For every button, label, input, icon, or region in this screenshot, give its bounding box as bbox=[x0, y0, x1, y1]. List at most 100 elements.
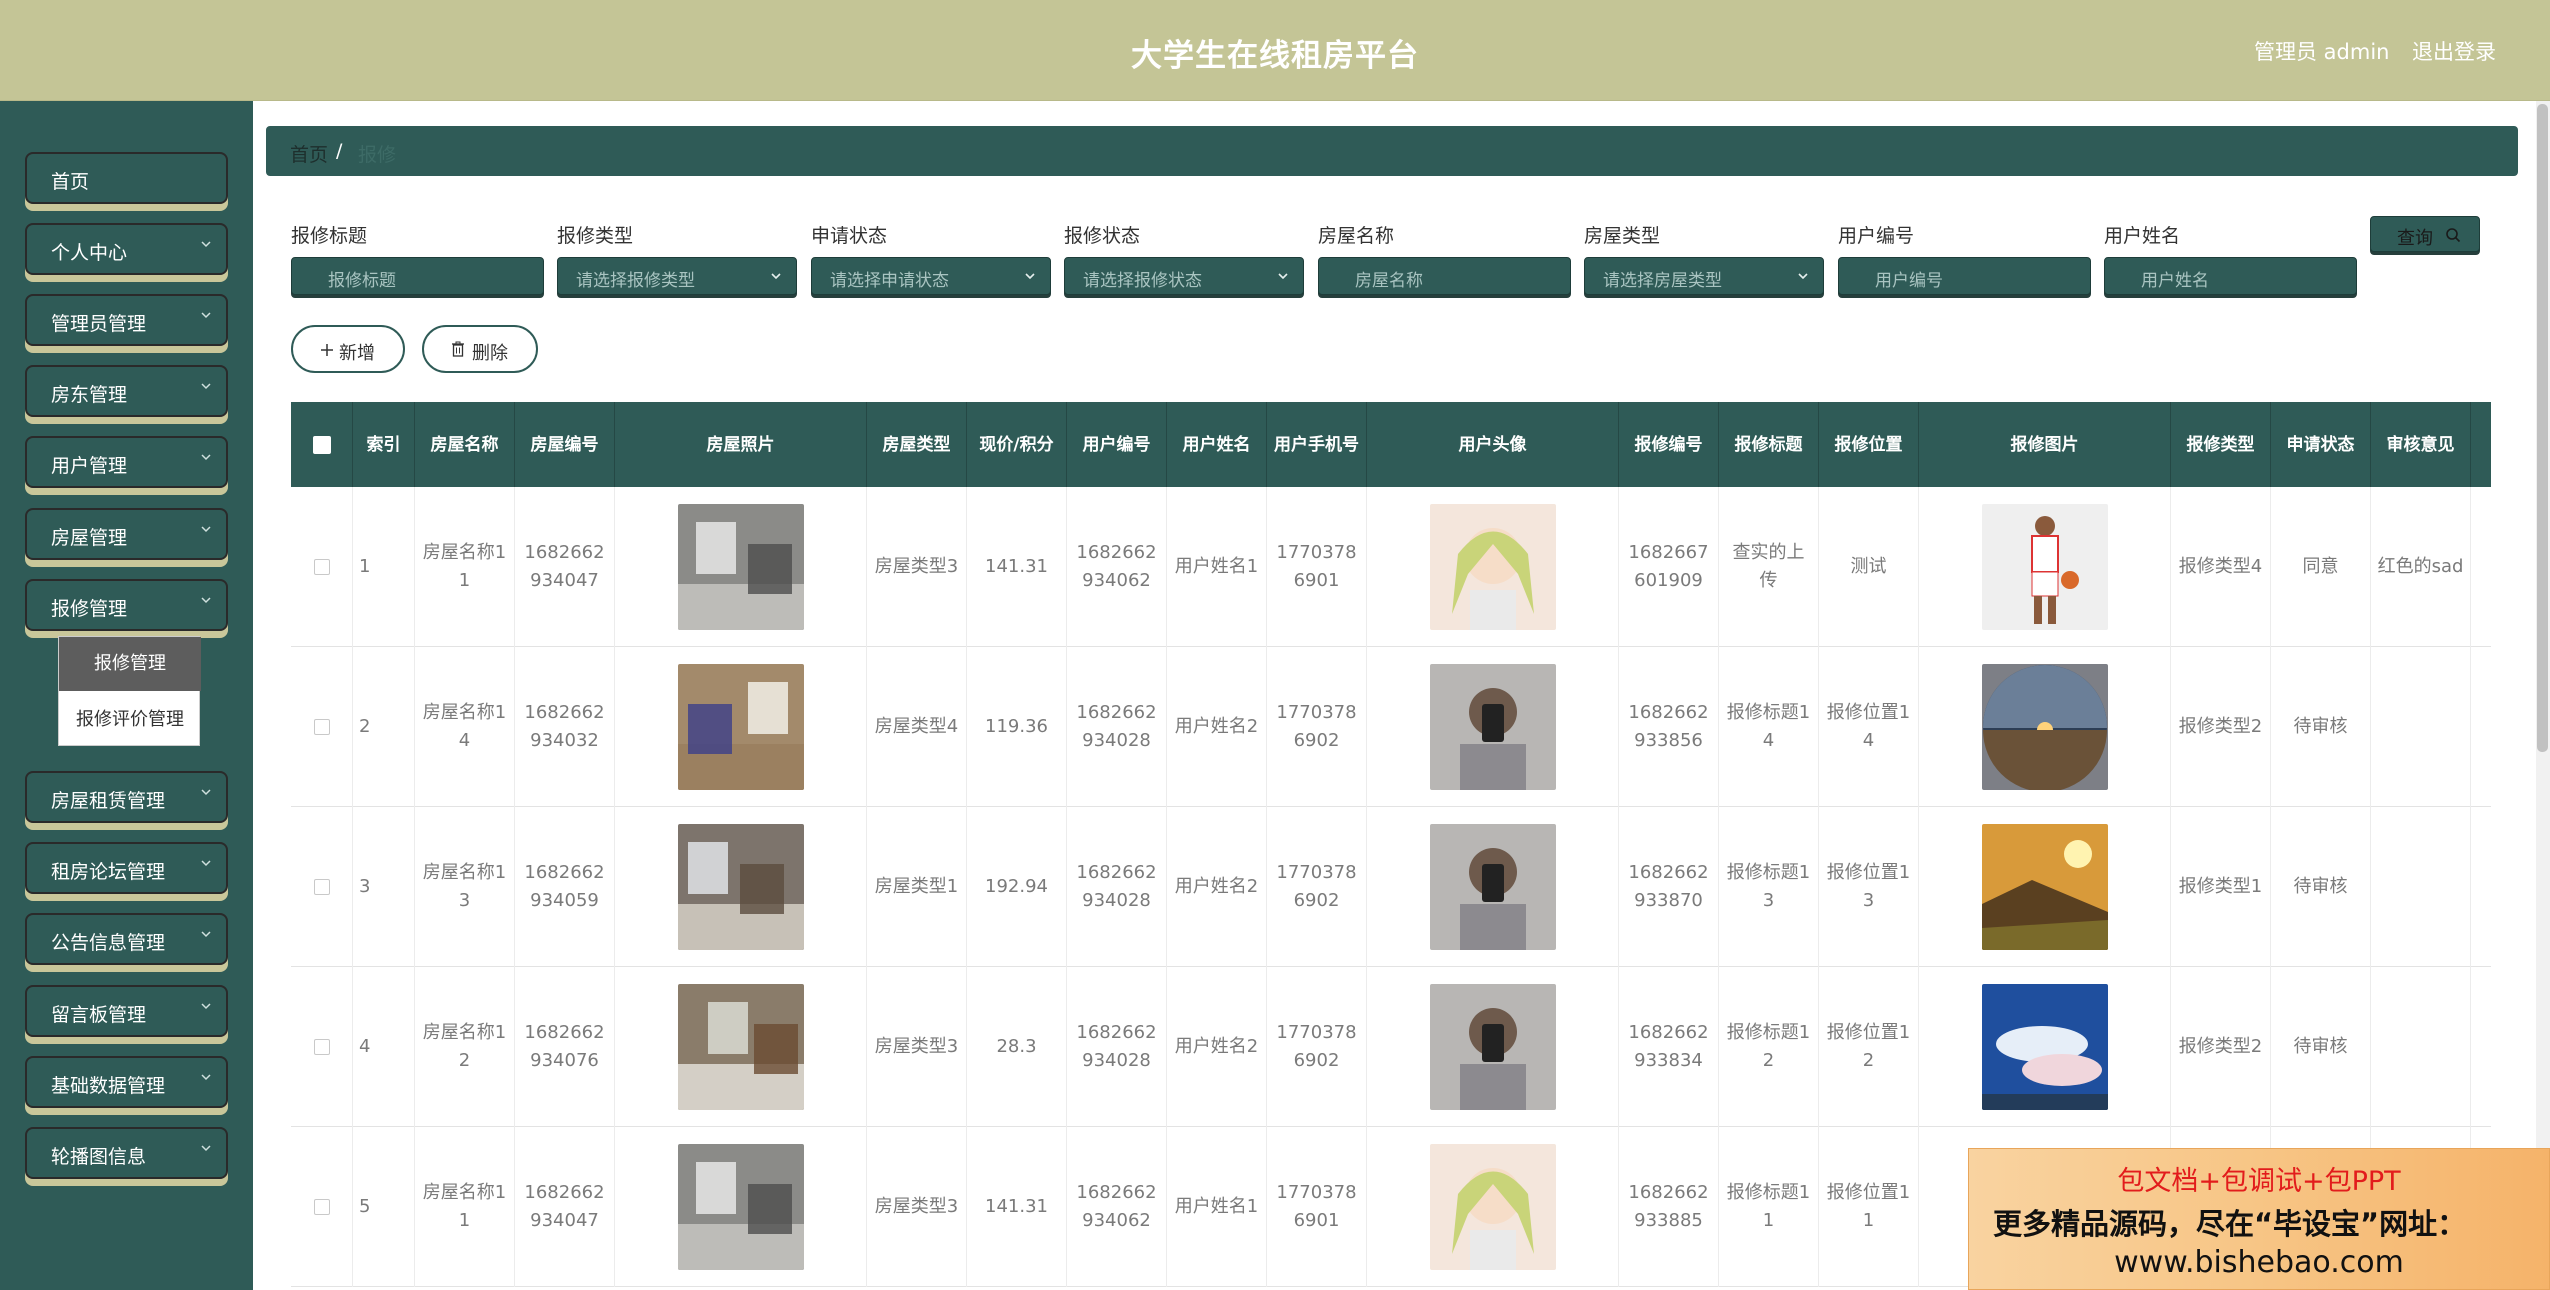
table-row[interactable]: 4 房屋名称12 1682662934076 房屋类型3 28.3 16826629340… bbox=[291, 967, 2491, 1127]
cell-opinion bbox=[2371, 967, 2471, 1127]
submenu-item-repair-review[interactable]: 报修评价管理 bbox=[59, 693, 201, 747]
filter-select-6[interactable]: 请选择房屋类型 bbox=[1584, 257, 1824, 295]
table-row[interactable]: 2 房屋名称14 1682662934032 房屋类型4 119.36 168266293… bbox=[291, 647, 2491, 807]
submenu-item-repair[interactable]: 报修管理 bbox=[59, 637, 201, 691]
sidebar-item-8[interactable]: 房屋租赁管理 bbox=[25, 771, 228, 823]
sidebar-item-label: 轮播图信息 bbox=[51, 1146, 147, 1168]
cell-rpos: 报修位置14 bbox=[1819, 647, 1919, 807]
sidebar-item-3[interactable]: 管理员管理 bbox=[25, 294, 228, 346]
column-header-3[interactable]: 房屋编号 bbox=[515, 402, 615, 487]
column-header-16[interactable]: 申请状态 bbox=[2271, 402, 2371, 487]
cell-price: 28.3 bbox=[967, 967, 1067, 1127]
cell-price: 141.31 bbox=[967, 1127, 1067, 1287]
sidebar-item-13[interactable]: 轮播图信息 bbox=[25, 1127, 228, 1179]
filter-input-1[interactable]: 报修标题 bbox=[291, 257, 544, 295]
column-header-4[interactable]: 房屋照片 bbox=[615, 402, 867, 487]
sidebar-item-label: 个人中心 bbox=[51, 242, 128, 264]
filter-select-4[interactable]: 请选择报修状态 bbox=[1064, 257, 1304, 295]
sidebar-item-12[interactable]: 基础数据管理 bbox=[25, 1056, 228, 1108]
chevron-down-icon bbox=[201, 526, 211, 533]
sidebar-item-6[interactable]: 房屋管理 bbox=[25, 508, 228, 560]
sidebar-item-label: 用户管理 bbox=[51, 455, 128, 477]
cell-code: 1682662934047 bbox=[515, 487, 615, 647]
filter-placeholder: 用户编号 bbox=[1875, 271, 1943, 291]
column-header-8[interactable]: 用户姓名 bbox=[1167, 402, 1267, 487]
user-avatar[interactable] bbox=[1429, 664, 1556, 790]
user-avatar[interactable] bbox=[1429, 504, 1556, 630]
repair-image-cell bbox=[1919, 967, 2171, 1127]
house-photo[interactable] bbox=[677, 824, 804, 950]
house-photo-cell bbox=[615, 1127, 867, 1287]
sidebar-item-11[interactable]: 留言板管理 bbox=[25, 985, 228, 1037]
row-checkbox[interactable] bbox=[313, 559, 330, 575]
row-checkbox[interactable] bbox=[313, 879, 330, 895]
column-header-9[interactable]: 用户手机号 bbox=[1267, 402, 1367, 487]
column-header-7[interactable]: 用户编号 bbox=[1067, 402, 1167, 487]
cell-type: 房屋类型4 bbox=[867, 647, 967, 807]
sidebar-item-5[interactable]: 用户管理 bbox=[25, 436, 228, 488]
cell-phone: 17703786902 bbox=[1267, 807, 1367, 967]
sidebar-item-4[interactable]: 房东管理 bbox=[25, 365, 228, 417]
row-checkbox[interactable] bbox=[313, 1199, 330, 1215]
repair-image[interactable] bbox=[1981, 664, 2108, 790]
chevron-down-icon bbox=[201, 860, 211, 867]
column-header-13[interactable]: 报修位置 bbox=[1819, 402, 1919, 487]
user-avatar[interactable] bbox=[1429, 824, 1556, 950]
breadcrumb-home[interactable]: 首页 bbox=[290, 140, 328, 167]
house-photo-cell bbox=[615, 967, 867, 1127]
filter-input-7[interactable]: 用户编号 bbox=[1838, 257, 2091, 295]
logout-link[interactable]: 退出登录 bbox=[2412, 36, 2496, 66]
cell-price: 192.94 bbox=[967, 807, 1067, 967]
chevron-down-icon bbox=[201, 597, 211, 604]
sidebar-item-10[interactable]: 公告信息管理 bbox=[25, 913, 228, 965]
delete-button[interactable]: 删除 bbox=[422, 325, 538, 373]
user-avatar-cell bbox=[1367, 647, 1619, 807]
scrollbar-thumb[interactable] bbox=[2537, 104, 2548, 752]
filter-input-5[interactable]: 房屋名称 bbox=[1318, 257, 1571, 295]
table-row[interactable]: 3 房屋名称13 1682662934059 房屋类型1 192.94 168266293… bbox=[291, 807, 2491, 967]
cell-idx: 1 bbox=[353, 487, 415, 647]
sidebar-item-label: 房屋租赁管理 bbox=[51, 790, 166, 812]
chevron-down-icon bbox=[771, 273, 781, 280]
house-photo[interactable] bbox=[677, 664, 804, 790]
column-header-12[interactable]: 报修标题 bbox=[1719, 402, 1819, 487]
column-header-15[interactable]: 报修类型 bbox=[2171, 402, 2271, 487]
column-header-5[interactable]: 房屋类型 bbox=[867, 402, 967, 487]
repair-image[interactable] bbox=[1981, 824, 2108, 950]
column-header-17[interactable]: 审核意见 bbox=[2371, 402, 2471, 487]
house-photo[interactable] bbox=[677, 984, 804, 1110]
select-all-checkbox[interactable] bbox=[312, 435, 331, 454]
breadcrumb-current: 报修 bbox=[358, 144, 397, 166]
cell-name: 房屋名称13 bbox=[415, 807, 515, 967]
sidebar-item-2[interactable]: 个人中心 bbox=[25, 223, 228, 275]
user-avatar[interactable] bbox=[1429, 1144, 1556, 1270]
add-button[interactable]: 新增 bbox=[291, 325, 405, 373]
house-photo[interactable] bbox=[677, 1144, 804, 1270]
sidebar-item-label: 基础数据管理 bbox=[51, 1075, 166, 1097]
filter-input-8[interactable]: 用户姓名 bbox=[2104, 257, 2357, 295]
user-avatar[interactable] bbox=[1429, 984, 1556, 1110]
repair-image[interactable] bbox=[1981, 504, 2108, 630]
row-select-cell bbox=[291, 1127, 353, 1287]
house-photo[interactable] bbox=[677, 504, 804, 630]
row-checkbox[interactable] bbox=[313, 719, 330, 735]
repair-image[interactable] bbox=[1981, 984, 2108, 1110]
chevron-down-icon bbox=[201, 241, 211, 248]
query-button[interactable]: 查询 bbox=[2370, 216, 2480, 252]
column-header-14[interactable]: 报修图片 bbox=[1919, 402, 2171, 487]
sidebar-item-1[interactable]: 首页 bbox=[25, 152, 228, 204]
column-header-11[interactable]: 报修编号 bbox=[1619, 402, 1719, 487]
row-select-cell bbox=[291, 647, 353, 807]
sidebar-item-9[interactable]: 租房论坛管理 bbox=[25, 842, 228, 894]
column-header-6[interactable]: 现价/积分 bbox=[967, 402, 1067, 487]
filter-select-3[interactable]: 请选择申请状态 bbox=[811, 257, 1051, 295]
table-row[interactable]: 1 房屋名称11 1682662934047 房屋类型3 141.31 168266293… bbox=[291, 487, 2491, 647]
filter-select-2[interactable]: 请选择报修类型 bbox=[557, 257, 797, 295]
column-header-1[interactable]: 索引 bbox=[353, 402, 415, 487]
sidebar-item-7[interactable]: 报修管理 bbox=[25, 579, 228, 631]
row-checkbox[interactable] bbox=[313, 1039, 330, 1055]
column-header-2[interactable]: 房屋名称 bbox=[415, 402, 515, 487]
cell-idx: 4 bbox=[353, 967, 415, 1127]
column-header-10[interactable]: 用户头像 bbox=[1367, 402, 1619, 487]
cell-code: 1682662934047 bbox=[515, 1127, 615, 1287]
